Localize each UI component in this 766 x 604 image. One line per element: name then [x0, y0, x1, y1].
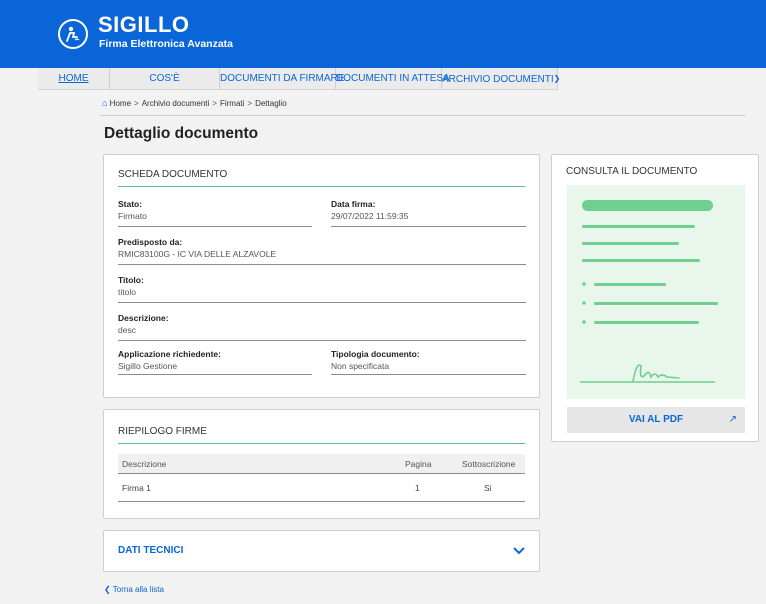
card-divider: [118, 186, 525, 187]
field-stato: Stato: Firmato: [118, 199, 312, 227]
field-data-firma: Data firma: 29/07/2022 11:59:35: [331, 199, 526, 227]
nav-item-documenti-in-attesa[interactable]: DOCUMENTI IN ATTESA: [336, 68, 450, 90]
pen-signing-icon: [58, 19, 88, 49]
document-preview-illustration: [567, 185, 745, 399]
field-descrizione: Descrizione: desc: [118, 313, 526, 341]
app-subtitle: Firma Elettronica Avanzata: [99, 38, 234, 50]
col-sottoscrizione: Sottoscrizione: [462, 459, 516, 469]
nav-item-home[interactable]: HOME: [38, 68, 110, 90]
main-nav: HOME COS'È DOCUMENTI DA FIRMARE DOCUMENT…: [38, 68, 561, 90]
page-title: Dettaglio documento: [104, 125, 259, 142]
breadcrumb-dettaglio: Dettaglio: [255, 99, 287, 108]
breadcrumb-home[interactable]: Home: [110, 99, 131, 108]
field-tipologia: Tipologia documento: Non specificata: [331, 349, 526, 375]
app-title: SIGILLO: [98, 12, 190, 37]
scheda-documento-card: SCHEDA DOCUMENTO Stato: Firmato Data fir…: [103, 154, 540, 398]
col-descrizione: Descrizione: [122, 459, 167, 469]
breadcrumb: ⌂ Home > Archivio documenti > Firmati > Dettag…: [102, 98, 287, 108]
chevron-down-icon: ❯: [553, 74, 561, 83]
col-pagina: Pagina: [405, 459, 432, 469]
vai-al-pdf-button[interactable]: VAI AL PDF ↗: [567, 407, 745, 433]
card-divider: [118, 443, 525, 444]
home-icon: ⌂: [102, 98, 108, 108]
nav-item-archivio-documenti[interactable]: ARCHIVIO DOCUMENTI❯: [442, 68, 561, 90]
table-row: Firma 1 1 Si: [118, 474, 525, 502]
dati-tecnici-title: DATI TECNICI: [118, 545, 184, 556]
cell-pagina: 1: [415, 483, 420, 493]
document-illustration-icon: [580, 200, 718, 383]
nav-item-cose[interactable]: COS'È: [110, 68, 220, 90]
cell-descrizione: Firma 1: [122, 483, 151, 493]
breadcrumb-archivio[interactable]: Archivio documenti: [142, 99, 210, 108]
app-header: SIGILLO Firma Elettronica Avanzata: [0, 0, 766, 68]
dati-tecnici-accordion[interactable]: DATI TECNICI: [103, 530, 540, 572]
consulta-documento-card: CONSULTA IL DOCUMENTO VAI AL PDF ↗: [551, 154, 759, 442]
back-to-list-link[interactable]: ❮ Torna alla lista: [104, 585, 164, 594]
field-predisposto: Predisposto da: RMIC83100G - IC VIA DELL…: [118, 237, 526, 265]
chevron-down-icon[interactable]: [513, 546, 525, 556]
table-header: Descrizione Pagina Sottoscrizione: [118, 454, 525, 474]
cell-sottoscrizione: Si: [484, 483, 492, 493]
consulta-documento-title: CONSULTA IL DOCUMENTO: [566, 166, 698, 177]
chevron-left-icon: ❮: [104, 585, 111, 594]
riepilogo-firme-title: RIEPILOGO FIRME: [118, 426, 207, 437]
external-link-icon: ↗: [728, 414, 737, 425]
breadcrumb-firmati[interactable]: Firmati: [220, 99, 244, 108]
field-applicazione: Applicazione richiedente: Sigillo Gestio…: [118, 349, 312, 375]
riepilogo-firme-card: RIEPILOGO FIRME Descrizione Pagina Sotto…: [103, 409, 540, 519]
field-titolo: Titolo: titolo: [118, 275, 526, 303]
breadcrumb-divider: [100, 115, 746, 116]
scheda-documento-title: SCHEDA DOCUMENTO: [118, 169, 228, 180]
nav-item-documenti-da-firmare[interactable]: DOCUMENTI DA FIRMARE: [220, 68, 344, 90]
